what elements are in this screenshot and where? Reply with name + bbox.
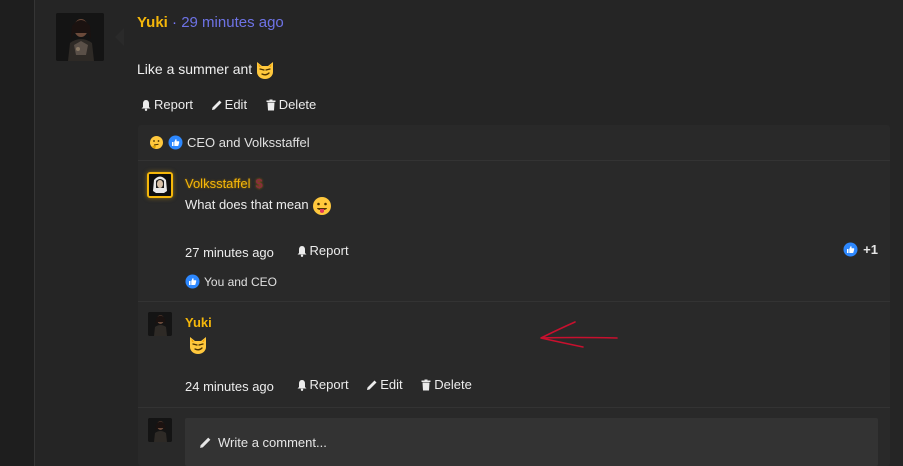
report-button[interactable]: Report bbox=[140, 97, 193, 113]
like-count[interactable]: +1 bbox=[843, 242, 878, 257]
post-actions: Report Edit Delete bbox=[140, 97, 330, 115]
reply-timestamp[interactable]: 24 minutes ago bbox=[185, 379, 274, 394]
reply-actions: 24 minutes ago Report Edit Delete bbox=[185, 377, 486, 395]
header-separator: · bbox=[172, 14, 178, 31]
delete-label: Delete bbox=[434, 377, 472, 392]
composer-avatar bbox=[148, 418, 172, 442]
report-label: Report bbox=[154, 97, 194, 112]
edit-button[interactable]: Edit bbox=[366, 377, 403, 393]
reply-author: Volksstaffel $ bbox=[185, 176, 263, 192]
comment-placeholder: Write a comment... bbox=[218, 434, 327, 450]
pencil-icon bbox=[199, 436, 212, 449]
post-timestamp[interactable]: 29 minutes ago bbox=[181, 14, 284, 31]
report-label: Report bbox=[309, 377, 349, 392]
pencil-icon bbox=[211, 99, 223, 111]
comment-input[interactable]: Write a comment... bbox=[185, 418, 878, 466]
left-sidebar bbox=[0, 0, 34, 466]
reply-actions: 27 minutes ago Report bbox=[185, 243, 363, 261]
reactions-text: CEO and Volksstaffel bbox=[187, 135, 310, 150]
reply-volksstaffel: Volksstaffel $ What does that mean 27 min… bbox=[138, 172, 890, 299]
reply-divider bbox=[138, 407, 890, 408]
reactions-summary[interactable]: CEO and Volksstaffel bbox=[138, 125, 890, 161]
thinking-face-emoji-icon bbox=[149, 135, 164, 150]
reply-author-name[interactable]: Volksstaffel bbox=[185, 176, 251, 191]
post-author[interactable]: Yuki bbox=[137, 14, 168, 31]
author-avatar[interactable] bbox=[56, 13, 104, 61]
like-icon bbox=[185, 274, 200, 289]
delete-button[interactable]: Delete bbox=[420, 377, 472, 393]
smirking-cat-emoji-icon bbox=[255, 60, 275, 80]
reply-author[interactable]: Yuki bbox=[185, 315, 212, 331]
pencil-icon bbox=[366, 379, 378, 391]
red-arrow-annotation bbox=[540, 321, 618, 348]
post-body: Like a summer ant bbox=[137, 59, 275, 80]
reply-divider bbox=[138, 301, 890, 302]
edit-label: Edit bbox=[380, 377, 403, 392]
like-icon bbox=[843, 242, 858, 257]
dollar-badge-icon: $ bbox=[255, 176, 263, 191]
edit-button[interactable]: Edit bbox=[211, 97, 247, 113]
edit-label: Edit bbox=[224, 97, 248, 112]
reply-yuki: Yuki 24 minutes ago Report Edit Delete bbox=[138, 312, 890, 402]
delete-label: Delete bbox=[278, 97, 317, 112]
delete-button[interactable]: Delete bbox=[265, 97, 317, 113]
speech-bubble-tip bbox=[115, 28, 124, 46]
post-header: Yuki · 29 minutes ago bbox=[137, 14, 284, 32]
reply-avatar[interactable] bbox=[147, 172, 173, 198]
report-label: Report bbox=[309, 243, 349, 258]
bell-icon bbox=[140, 99, 152, 111]
forum-post: Yuki · 29 minutes ago Like a summer ant … bbox=[35, 0, 903, 466]
report-button[interactable]: Report bbox=[296, 377, 349, 393]
reply-text-content: What does that mean bbox=[185, 197, 309, 212]
post-body-text: Like a summer ant bbox=[137, 61, 253, 77]
smirking-cat-emoji-icon bbox=[188, 335, 208, 355]
bell-icon bbox=[296, 379, 308, 391]
replies-section: CEO and Volksstaffel Volksstaffel $ What … bbox=[138, 125, 890, 466]
liked-by[interactable]: You and CEO bbox=[185, 274, 277, 289]
trash-icon bbox=[265, 99, 277, 111]
bell-icon bbox=[296, 245, 308, 257]
reply-avatar[interactable] bbox=[148, 312, 172, 336]
trash-icon bbox=[420, 379, 432, 391]
like-count-value: +1 bbox=[863, 242, 878, 257]
report-button[interactable]: Report bbox=[296, 243, 349, 259]
tongue-face-emoji-icon bbox=[312, 196, 332, 216]
like-icon bbox=[168, 135, 183, 150]
reply-text: What does that mean bbox=[185, 195, 332, 216]
reply-timestamp[interactable]: 27 minutes ago bbox=[185, 245, 274, 260]
liked-by-text: You and CEO bbox=[204, 274, 277, 289]
reply-text bbox=[185, 334, 208, 355]
